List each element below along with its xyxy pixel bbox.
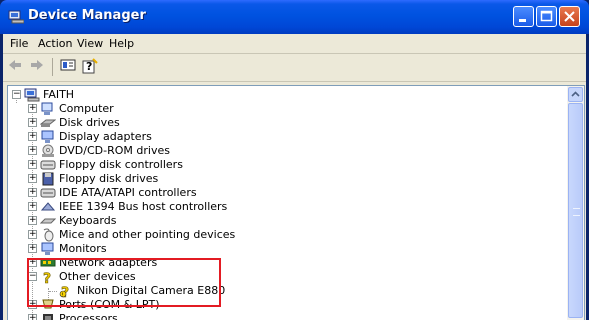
chevron-up-icon xyxy=(571,91,580,97)
vertical-scrollbar[interactable] xyxy=(567,85,585,320)
maximize-button[interactable] xyxy=(536,6,557,27)
menu-action[interactable]: Action xyxy=(38,37,72,50)
expand-icon[interactable]: + xyxy=(28,188,37,197)
keyboard-icon xyxy=(40,218,56,224)
monitor-icon xyxy=(41,242,54,255)
tree-item-ide-controllers[interactable]: + IDE ATA/ATAPI controllers xyxy=(8,186,338,200)
menu-help[interactable]: Help xyxy=(109,37,134,50)
close-button[interactable] xyxy=(559,6,580,27)
expand-icon[interactable]: + xyxy=(28,174,37,183)
tree-item-monitors[interactable]: + Monitors xyxy=(8,242,338,256)
tree-item-computer[interactable]: + Computer xyxy=(8,102,338,116)
tree-item-floppy-drives[interactable]: + Floppy disk drives xyxy=(8,172,338,186)
annotation-highlight-box xyxy=(27,258,221,307)
computer-icon xyxy=(24,88,40,102)
tree-item-label: Computer xyxy=(59,102,114,115)
tree-item-label: Monitors xyxy=(59,242,107,255)
tree-root-label: FAITH xyxy=(43,88,75,101)
scroll-up-button[interactable] xyxy=(568,87,583,102)
expand-icon[interactable]: + xyxy=(28,244,37,253)
expand-icon[interactable]: + xyxy=(28,104,37,113)
expand-icon[interactable]: + xyxy=(28,314,37,320)
floppy-controller-icon xyxy=(40,160,56,170)
tree-item-disk-drives[interactable]: + Disk drives xyxy=(8,116,338,130)
tree-item-label: Processors xyxy=(59,312,118,320)
tree-item-label: Display adapters xyxy=(59,130,152,143)
expand-icon[interactable]: + xyxy=(28,132,37,141)
tree-item-label: IDE ATA/ATAPI controllers xyxy=(59,186,197,199)
tree-item-label: Disk drives xyxy=(59,116,120,129)
title-bar[interactable]: Device Manager xyxy=(0,0,589,34)
menu-bar: File Action View Help xyxy=(3,34,586,54)
device-manager-icon xyxy=(8,10,24,24)
forward-arrow-icon[interactable] xyxy=(27,58,47,76)
expand-icon[interactable]: + xyxy=(28,160,37,169)
scroll-thumb[interactable] xyxy=(568,103,583,318)
minimize-icon xyxy=(519,19,526,22)
tree-item-label: Mice and other pointing devices xyxy=(59,228,236,241)
expand-icon[interactable]: + xyxy=(28,146,37,155)
tree-item-mice[interactable]: + Mice and other pointing devices xyxy=(8,228,338,242)
toolbar-separator xyxy=(52,58,53,76)
floppy-drive-icon xyxy=(42,172,54,186)
collapse-icon[interactable]: − xyxy=(12,90,21,99)
ieee1394-icon xyxy=(40,202,56,211)
tree-item-label: DVD/CD-ROM drives xyxy=(59,144,170,157)
tree-item-label: IEEE 1394 Bus host controllers xyxy=(59,200,228,213)
tree-item-display-adapters[interactable]: + Display adapters xyxy=(8,130,338,144)
window-title: Device Manager xyxy=(28,8,146,23)
properties-icon[interactable] xyxy=(58,58,78,76)
mouse-icon xyxy=(43,228,54,242)
help-icon[interactable]: ? xyxy=(80,58,100,76)
tree-item-label: Floppy disk controllers xyxy=(59,158,183,171)
menu-file[interactable]: File xyxy=(10,37,28,50)
minimize-button[interactable] xyxy=(513,6,534,27)
expand-icon[interactable]: + xyxy=(28,118,37,127)
close-icon xyxy=(564,11,575,22)
cdrom-icon xyxy=(42,144,54,157)
toolbar: ? xyxy=(3,54,586,82)
back-arrow-icon[interactable] xyxy=(5,58,25,76)
tree-item-floppy-controllers[interactable]: + Floppy disk controllers xyxy=(8,158,338,172)
expand-icon[interactable]: + xyxy=(28,202,37,211)
menu-view[interactable]: View xyxy=(77,37,103,50)
tree-item-keyboards[interactable]: + Keyboards xyxy=(8,214,338,228)
tree-item-ieee1394[interactable]: + IEEE 1394 Bus host controllers xyxy=(8,200,338,214)
computer-icon xyxy=(41,102,53,115)
tree-item-label: Floppy disk drives xyxy=(59,172,159,185)
maximize-icon xyxy=(540,10,553,22)
tree-item-label: Keyboards xyxy=(59,214,117,227)
scroll-grip xyxy=(573,208,580,216)
tree-item-dvd-cdrom[interactable]: + DVD/CD-ROM drives xyxy=(8,144,338,158)
svg-text:?: ? xyxy=(86,60,92,73)
processor-icon xyxy=(43,314,53,320)
ide-controller-icon xyxy=(40,188,56,198)
tree-item-processors[interactable]: + Processors xyxy=(8,312,338,320)
expand-icon[interactable]: + xyxy=(28,216,37,225)
tree-root[interactable]: − FAITH xyxy=(8,88,208,102)
device-manager-window: Device Manager File Action View Help ? −… xyxy=(0,0,589,320)
display-adapter-icon xyxy=(41,130,54,143)
disk-drive-icon xyxy=(40,119,56,127)
expand-icon[interactable]: + xyxy=(28,230,37,239)
